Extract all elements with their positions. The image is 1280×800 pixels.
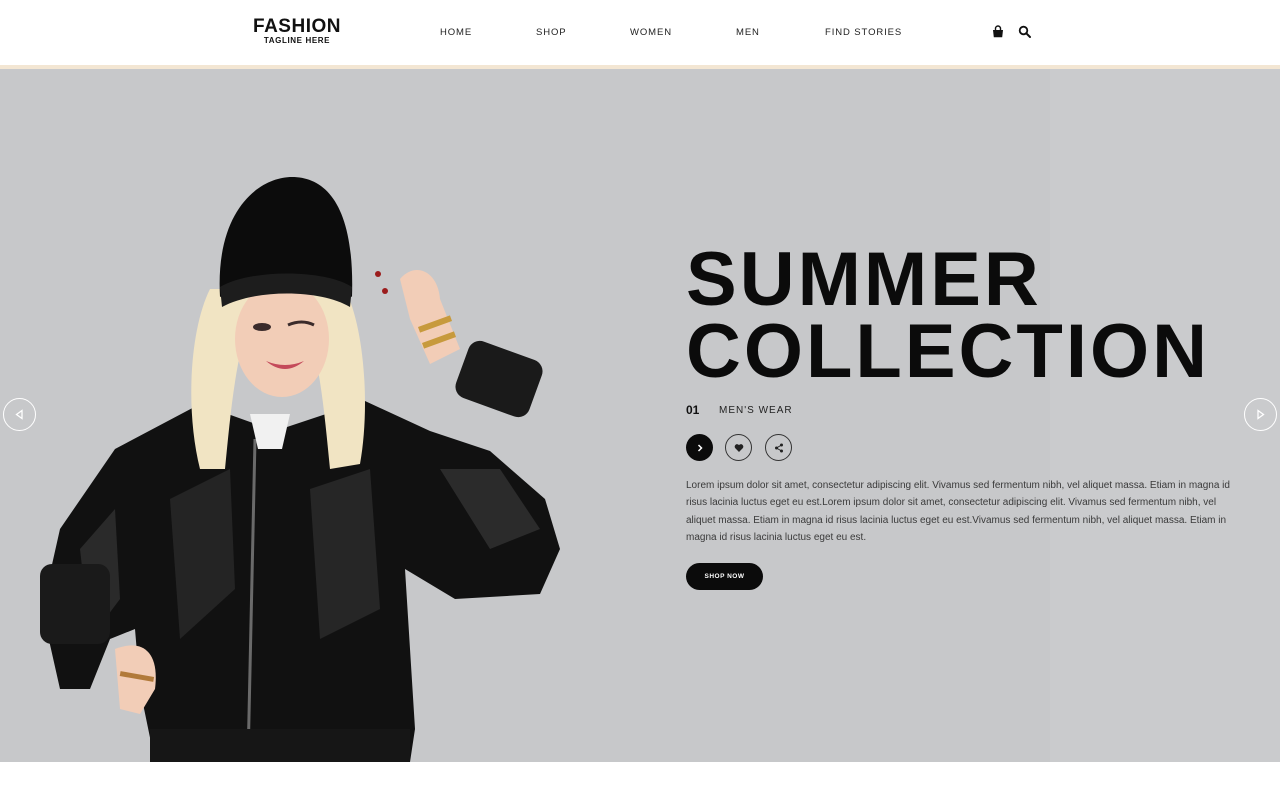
nav-home[interactable]: HOME — [440, 27, 472, 38]
share-icon — [774, 443, 783, 452]
hero-title-line-2: COLLECTION — [686, 309, 1210, 394]
favorite-button[interactable] — [725, 434, 752, 461]
logo-tagline: TAGLINE HERE — [263, 36, 331, 45]
share-button[interactable] — [765, 434, 792, 461]
shop-now-button[interactable]: SHOP NOW — [686, 563, 763, 590]
site-header: FASHION TAGLINE HERE HOME SHOP WOMEN MEN… — [0, 0, 1280, 65]
slide-category: MEN'S WEAR — [719, 405, 793, 416]
chevron-right-icon — [697, 443, 703, 452]
view-collection-button[interactable] — [686, 434, 713, 461]
heart-icon — [734, 443, 743, 452]
logo-title: FASHION — [253, 16, 341, 37]
next-slide-icon — [1257, 409, 1265, 420]
hero-title-line-1: SUMMER — [686, 237, 1042, 322]
hero-title: SUMMER COLLECTION — [686, 237, 1210, 394]
shopping-bag-icon[interactable] — [990, 24, 1006, 40]
next-slide-button[interactable] — [1244, 398, 1277, 431]
nav-shop[interactable]: SHOP — [536, 27, 567, 38]
hero-slider: SUMMER COLLECTION 01 MEN'S WEAR Lorem ip… — [0, 69, 1280, 762]
nav-find-stories[interactable]: FIND STORIES — [825, 27, 902, 38]
hero-description: Lorem ipsum dolor sit amet, consectetur … — [686, 480, 1230, 543]
logo[interactable]: FASHION TAGLINE HERE — [249, 17, 345, 46]
previous-slide-button[interactable] — [3, 398, 36, 431]
previous-slide-icon — [15, 409, 23, 420]
search-icon[interactable] — [1017, 24, 1033, 40]
model-image — [40, 177, 560, 762]
nav-women[interactable]: WOMEN — [630, 27, 672, 38]
slide-number: 01 — [686, 403, 700, 417]
nav-men[interactable]: MEN — [736, 27, 760, 38]
